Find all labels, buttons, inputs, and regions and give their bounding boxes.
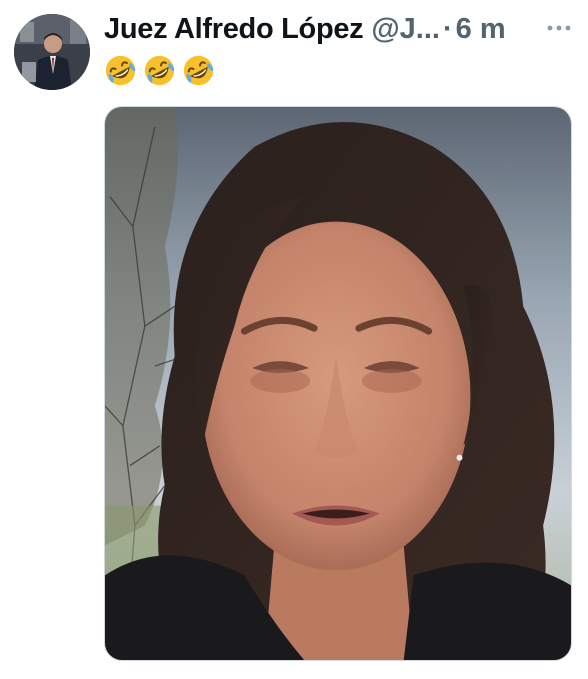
tweet[interactable]: Juez Alfredo López @J... · 6 m 🤣🤣🤣 — [0, 0, 588, 679]
tweet-header: Juez Alfredo López @J... · 6 m — [104, 8, 544, 50]
separator-dot: · — [442, 12, 453, 45]
author-display-name[interactable]: Juez Alfredo López — [104, 13, 364, 46]
avatar-photo-icon — [14, 14, 90, 90]
rofl-emoji-icon — [105, 55, 136, 85]
author-handle[interactable]: @J... — [371, 13, 440, 46]
rofl-emoji-icon — [183, 55, 214, 85]
tweet-media[interactable] — [104, 106, 572, 661]
author-avatar[interactable] — [14, 14, 90, 90]
tweet-text: 🤣🤣🤣 — [104, 52, 221, 88]
tweet-timestamp[interactable]: 6 m — [456, 13, 506, 46]
more-options-button[interactable] — [543, 18, 575, 38]
rofl-emoji-icon — [144, 55, 175, 85]
more-horizontal-icon — [547, 25, 571, 31]
media-photo-icon — [105, 107, 571, 660]
